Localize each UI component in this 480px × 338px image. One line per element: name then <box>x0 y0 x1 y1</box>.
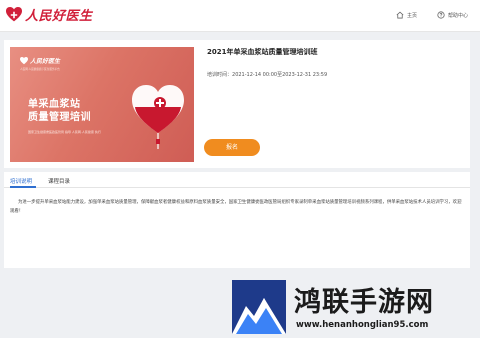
home-icon <box>396 11 404 19</box>
course-title: 2021年单采血浆站质量管理培训班 <box>207 48 318 56</box>
signup-button[interactable]: 报名 <box>204 139 260 156</box>
site-logo[interactable]: 人民好医生 <box>6 5 93 24</box>
mountain-logo-icon <box>232 280 286 334</box>
detail-tabs: 培训说明 课程目录 <box>4 172 470 188</box>
course-date-label: 培训时间： <box>207 72 233 78</box>
course-info-card: 人民好医生 人民网·人民健康旗下医生服务平台 单采血浆站 质量管理培训 国家卫生… <box>4 40 470 168</box>
training-description: 为进一步提升单采血浆站能力建设，加强单采血浆站质量管理，保障献血浆者健康权益和原… <box>10 200 462 214</box>
course-banner-image: 人民好医生 人民网·人民健康旗下医生服务平台 单采血浆站 质量管理培训 国家卫生… <box>10 47 194 162</box>
course-date: 培训时间：2021-12-14 00:00至2023-12-31 23:59 <box>207 71 327 78</box>
help-icon <box>437 11 445 19</box>
blood-bag-heart-icon <box>132 85 184 149</box>
heart-logo-icon <box>20 56 28 64</box>
banner-title-line2: 质量管理培训 <box>28 112 91 123</box>
nav-help-link[interactable]: 帮助中心 <box>437 11 468 19</box>
banner-subtitle: 人民网·人民健康旗下医生服务平台 <box>20 68 60 71</box>
nav-help-label: 帮助中心 <box>448 12 469 19</box>
watermark-url: www.henanhonglian95.com <box>296 320 429 330</box>
nav-home-link[interactable]: 主页 <box>396 11 417 19</box>
course-date-value: 2021-12-14 00:00至2023-12-31 23:59 <box>232 72 328 78</box>
tab-course-catalog[interactable]: 课程目录 <box>48 177 70 185</box>
active-tab-indicator <box>10 186 36 188</box>
heart-logo-icon <box>6 6 22 21</box>
tab-training-intro[interactable]: 培训说明 <box>10 177 32 185</box>
watermark-title: 鸿联手游网 <box>294 287 434 318</box>
banner-meta: 国家卫生健康委医政医管局 指导 人民网·人民健康 执行 <box>28 130 101 134</box>
course-detail-card: 培训说明 课程目录 为进一步提升单采血浆站能力建设，加强单采血浆站质量管理，保障… <box>4 172 470 268</box>
site-watermark: 鸿联手游网 www.henanhonglian95.com <box>232 276 470 334</box>
nav-home-label: 主页 <box>407 12 418 19</box>
banner-logo: 人民好医生 <box>20 56 60 65</box>
banner-logo-text: 人民好医生 <box>30 58 61 65</box>
logo-text: 人民好医生 <box>25 9 93 24</box>
top-header: 人民好医生 主页 帮助中心 <box>0 0 480 32</box>
